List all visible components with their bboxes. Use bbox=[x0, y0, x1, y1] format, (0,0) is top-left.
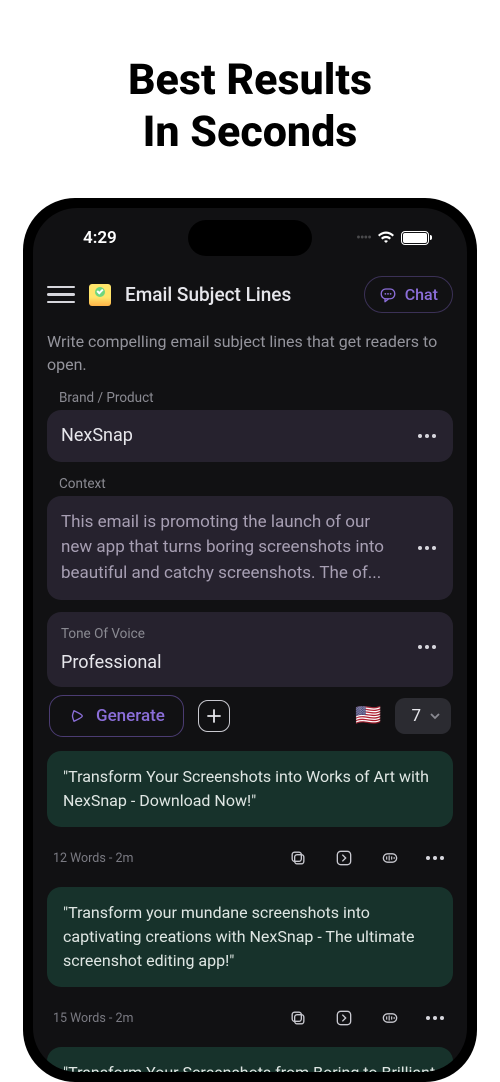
tone-value: Professional bbox=[61, 646, 415, 673]
chevron-down-icon bbox=[429, 710, 441, 722]
more-icon[interactable] bbox=[423, 846, 447, 870]
audio-button[interactable] bbox=[377, 845, 403, 871]
context-value: This email is promoting the launch of ou… bbox=[61, 510, 405, 587]
page-description: Write compelling email subject lines tha… bbox=[47, 329, 453, 386]
promo-heading: Best Results In Seconds bbox=[128, 55, 372, 158]
brand-label: Brand / Product bbox=[47, 386, 453, 410]
result-text: "Transform your mundane screenshots into… bbox=[63, 901, 437, 973]
context-label: Context bbox=[47, 472, 453, 496]
phone-frame: 4:29 •••• Email Subject Lines bbox=[23, 198, 477, 1082]
chat-button[interactable]: Chat bbox=[364, 276, 453, 313]
plus-icon bbox=[207, 709, 221, 723]
more-icon[interactable] bbox=[415, 635, 439, 659]
tone-input[interactable]: Tone Of Voice Professional bbox=[61, 620, 415, 673]
battery-icon bbox=[401, 231, 429, 245]
add-button[interactable] bbox=[198, 700, 230, 732]
share-button[interactable] bbox=[331, 1005, 357, 1031]
brand-value: NexSnap bbox=[61, 425, 405, 446]
page-title: Email Subject Lines bbox=[125, 283, 350, 306]
result-card[interactable]: "Transform your mundane screenshots into… bbox=[47, 887, 453, 987]
count-selector[interactable]: 7 bbox=[395, 698, 451, 734]
chat-label: Chat bbox=[405, 285, 438, 304]
tone-label: Tone Of Voice bbox=[61, 620, 415, 642]
copy-button[interactable] bbox=[285, 1005, 311, 1031]
language-flag[interactable]: 🇺🇸 bbox=[355, 704, 381, 728]
share-button[interactable] bbox=[331, 845, 357, 871]
brand-input[interactable]: NexSnap bbox=[47, 410, 453, 462]
audio-button[interactable] bbox=[377, 1005, 403, 1031]
result-meta: 15 Words - 2m bbox=[53, 1011, 265, 1026]
result-text: "Transform Your Screenshots from Boring … bbox=[63, 1061, 437, 1072]
result-meta: 12 Words - 2m bbox=[53, 851, 265, 866]
copy-button[interactable] bbox=[285, 845, 311, 871]
chat-icon bbox=[379, 286, 397, 304]
generate-button[interactable]: Generate bbox=[49, 695, 184, 737]
notch bbox=[188, 220, 312, 256]
generate-label: Generate bbox=[96, 706, 165, 726]
status-time: 4:29 bbox=[63, 228, 117, 248]
more-icon[interactable] bbox=[423, 1006, 447, 1030]
result-text: "Transform Your Screenshots into Works o… bbox=[63, 765, 437, 813]
result-card[interactable]: "Transform Your Screenshots from Boring … bbox=[47, 1047, 453, 1072]
mail-icon bbox=[89, 284, 111, 306]
cellular-icon: •••• bbox=[356, 230, 371, 246]
more-icon[interactable] bbox=[415, 424, 439, 448]
menu-icon[interactable] bbox=[47, 286, 75, 304]
count-value: 7 bbox=[411, 706, 421, 726]
more-icon[interactable] bbox=[415, 536, 439, 560]
result-card[interactable]: "Transform Your Screenshots into Works o… bbox=[47, 751, 453, 827]
play-icon bbox=[68, 707, 86, 725]
context-input[interactable]: This email is promoting the launch of ou… bbox=[47, 496, 453, 601]
wifi-icon bbox=[377, 231, 395, 245]
